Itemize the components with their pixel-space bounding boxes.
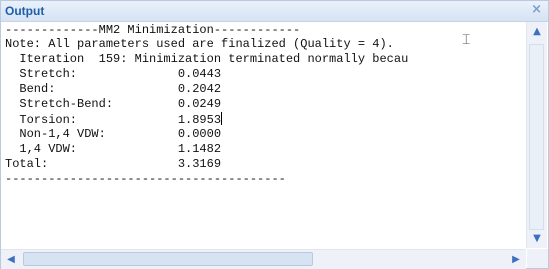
chevron-right-icon[interactable]: ▶ bbox=[507, 250, 525, 269]
vertical-scroll-thumb[interactable] bbox=[529, 44, 544, 230]
output-text-area[interactable]: -------------MM2 Minimization-----------… bbox=[1, 22, 525, 248]
output-line-text: Torsion: 1.8953 bbox=[5, 113, 222, 127]
horizontal-scrollbar[interactable]: ◀ ▶ bbox=[1, 249, 526, 269]
output-line: Iteration 159: Minimization terminated n… bbox=[5, 52, 409, 66]
chevron-up-icon[interactable]: ▲ bbox=[527, 23, 547, 40]
chevron-down-icon[interactable]: ▼ bbox=[527, 230, 547, 247]
horizontal-scroll-thumb[interactable] bbox=[23, 252, 313, 266]
vertical-scrollbar[interactable]: ▲ ▼ bbox=[526, 22, 547, 248]
output-line: -------------MM2 Minimization-----------… bbox=[5, 23, 301, 37]
output-line: Note: All parameters used are finalized … bbox=[5, 37, 394, 51]
output-line: 1,4 VDW: 1.1482 bbox=[5, 142, 222, 156]
output-line: Stretch: 0.0443 bbox=[5, 67, 222, 81]
output-line: Torsion: 1.8953 bbox=[5, 112, 223, 127]
output-titlebar: Output × bbox=[1, 1, 548, 22]
close-icon[interactable]: × bbox=[531, 3, 542, 17]
output-line: --------------------------------------- bbox=[5, 172, 286, 186]
output-line: Non-1,4 VDW: 0.0000 bbox=[5, 127, 222, 141]
output-line: Bend: 0.2042 bbox=[5, 82, 222, 96]
output-panel: Output × -------------MM2 Minimization--… bbox=[0, 0, 549, 269]
output-line: Stretch-Bend: 0.0249 bbox=[5, 97, 222, 111]
scrollbar-corner bbox=[527, 249, 548, 268]
panel-title: Output bbox=[5, 4, 45, 18]
output-line: Total: 3.3169 bbox=[5, 157, 222, 171]
chevron-left-icon[interactable]: ◀ bbox=[2, 250, 20, 269]
text-caret bbox=[221, 112, 223, 125]
text-cursor-icon: ⌶ bbox=[462, 32, 471, 48]
